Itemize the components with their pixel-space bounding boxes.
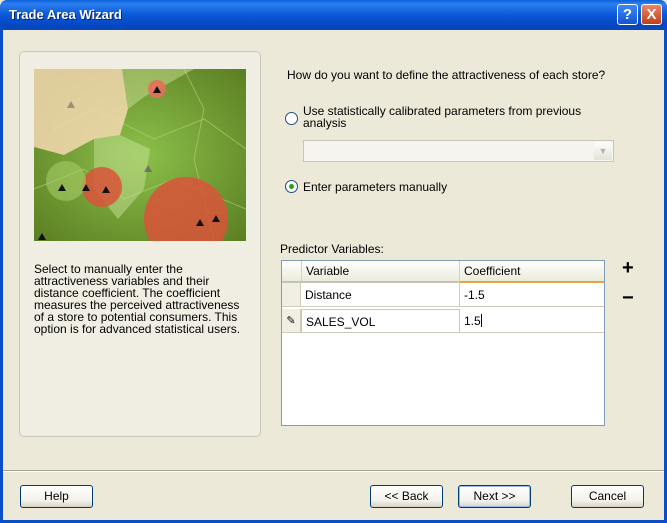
back-button[interactable]: << Back [370, 485, 443, 508]
text-caret [480, 314, 482, 327]
title-bar: Trade Area Wizard ? X [0, 0, 667, 30]
cancel-button[interactable]: Cancel [571, 485, 644, 508]
variable-cell[interactable]: SALES_VOL [301, 309, 460, 333]
button-divider [3, 470, 664, 472]
coefficient-cell-editing[interactable]: 1.5 [460, 309, 604, 333]
coefficient-cell-value[interactable]: 1.5 [464, 314, 481, 328]
trade-area-map-illustration [34, 69, 246, 241]
row-selector[interactable] [282, 283, 301, 307]
predictor-variables-label: Predictor Variables: [280, 242, 384, 256]
info-panel: Select to manually enter the attractiven… [19, 51, 261, 437]
predictor-variables-grid[interactable]: Variable Coefficient Distance -1.5 ✎ SAL… [281, 260, 605, 426]
calibrated-parameters-label[interactable]: Use statistically calibrated parameters … [303, 105, 623, 129]
help-button[interactable]: Help [20, 485, 93, 508]
add-icon[interactable]: + [622, 257, 634, 280]
coefficient-column-header[interactable]: Coefficient [460, 261, 604, 283]
calibrated-analysis-select: ▼ [303, 140, 614, 162]
calibrated-parameters-radio[interactable] [285, 112, 298, 125]
coefficient-cell[interactable]: -1.5 [460, 283, 604, 307]
variable-column-header[interactable]: Variable [302, 261, 460, 283]
help-icon[interactable]: ? [617, 4, 638, 25]
window-title: Trade Area Wizard [9, 7, 122, 22]
row-selector-header[interactable] [282, 261, 302, 283]
next-button[interactable]: Next >> [458, 485, 531, 508]
remove-icon[interactable]: − [622, 287, 634, 310]
table-row[interactable]: Distance -1.5 [282, 283, 604, 307]
option-description: Select to manually enter the attractiven… [34, 262, 241, 336]
manual-parameters-label[interactable]: Enter parameters manually [303, 180, 447, 194]
dropdown-arrow-icon: ▼ [594, 142, 612, 160]
variable-cell[interactable]: Distance [301, 283, 460, 307]
table-row[interactable]: ✎ SALES_VOL 1.5 [282, 309, 604, 333]
window-frame-left [0, 30, 3, 523]
manual-parameters-radio[interactable] [285, 180, 298, 193]
close-icon[interactable]: X [641, 4, 662, 25]
question-text: How do you want to define the attractive… [287, 68, 606, 82]
edit-pencil-icon[interactable]: ✎ [282, 309, 301, 333]
